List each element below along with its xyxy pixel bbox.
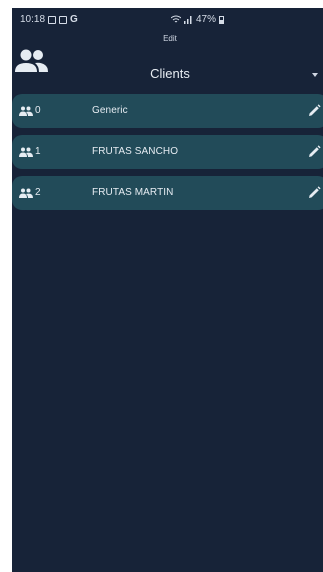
status-right: 47% (171, 14, 225, 25)
group-icon (19, 147, 33, 157)
status-left: 10:18 G (20, 14, 78, 25)
header: Edit Clients (12, 30, 323, 90)
client-name: Generic (92, 105, 128, 116)
group-icon (19, 106, 33, 116)
gallery-notification-icon (48, 15, 57, 24)
edit-pencil-icon[interactable] (307, 104, 321, 118)
client-row[interactable]: 2 FRUTAS MARTIN (12, 176, 323, 210)
client-name: FRUTAS SANCHO (92, 146, 179, 157)
status-time: 10:18 (20, 14, 46, 25)
battery-icon (219, 15, 225, 24)
page-title: Clients (150, 66, 190, 81)
phone-screen: 10:18 G 47% Edit Clients 0 Generic 1 FRU… (12, 8, 323, 572)
network-letter: G (70, 14, 78, 25)
client-row[interactable]: 1 FRUTAS SANCHO (12, 135, 323, 169)
wifi-icon (171, 15, 181, 23)
client-index: 0 (35, 105, 41, 116)
client-index: 2 (35, 187, 41, 198)
dropdown-arrow-icon[interactable] (312, 73, 318, 77)
client-row[interactable]: 0 Generic (12, 94, 323, 128)
battery-percent: 47% (196, 14, 217, 25)
client-index: 1 (35, 146, 41, 157)
group-icon (19, 188, 33, 198)
edit-label[interactable]: Edit (12, 34, 323, 43)
image-notification-icon (59, 15, 68, 24)
client-name: FRUTAS MARTIN (92, 187, 174, 198)
edit-pencil-icon[interactable] (307, 186, 321, 200)
status-bar: 10:18 G 47% (12, 8, 323, 30)
signal-icon (184, 16, 192, 24)
edit-pencil-icon[interactable] (307, 145, 321, 159)
